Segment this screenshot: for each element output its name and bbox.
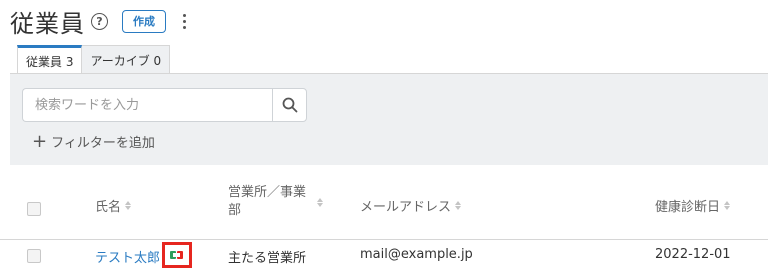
column-header-email[interactable]: メールアドレス <box>360 196 462 215</box>
page-title: 従業員 <box>10 9 85 38</box>
contact-badge-icon[interactable] <box>162 242 192 268</box>
office-cell: 主たる営業所 <box>228 251 307 266</box>
email-cell: mail@example.jp <box>360 247 473 262</box>
tab-bar: 従業員 3 アーカイブ 0 <box>17 45 171 74</box>
create-button[interactable]: 作成 <box>122 9 166 33</box>
column-header-label: 健康診断日 <box>655 200 721 215</box>
select-all-checkbox[interactable] <box>27 202 41 216</box>
kebab-menu-icon[interactable] <box>180 11 188 31</box>
row-checkbox[interactable] <box>27 249 41 263</box>
column-header-office[interactable]: 営業所／事業部 <box>228 184 333 220</box>
tab-archive[interactable]: アーカイブ 0 <box>82 45 171 74</box>
sort-icon <box>317 197 323 207</box>
search-group <box>22 88 307 122</box>
column-header-label: 営業所／事業部 <box>228 185 307 218</box>
sort-icon <box>125 201 132 210</box>
add-filter-label: フィルターを追加 <box>51 136 155 151</box>
table-header: 氏名 営業所／事業部 メールアドレス 健康診断日 <box>0 170 768 240</box>
sort-icon <box>455 201 462 210</box>
header: 従業員 ? 作成 <box>10 4 188 38</box>
search-input[interactable] <box>22 88 272 122</box>
add-filter-button[interactable]: + フィルターを追加 <box>32 132 155 151</box>
sort-icon <box>724 201 731 210</box>
checkup-date-cell: 2022-12-01 <box>655 247 731 262</box>
employee-name-link[interactable]: テスト太郎 <box>95 247 160 266</box>
column-header-label: メールアドレス <box>360 200 452 215</box>
plus-icon: + <box>32 130 48 152</box>
search-icon <box>282 97 297 113</box>
tab-employees[interactable]: 従業員 3 <box>17 45 83 74</box>
column-header-name[interactable]: 氏名 <box>95 196 132 215</box>
column-header-label: 氏名 <box>95 200 122 215</box>
column-header-checkup-date[interactable]: 健康診断日 <box>655 196 731 215</box>
search-button[interactable] <box>272 88 307 122</box>
table-row[interactable]: テスト太郎 主たる営業所 mail@example.jp 2022-12-01 <box>0 240 768 273</box>
question-circle-icon[interactable]: ? <box>91 12 108 30</box>
search-panel: + フィルターを追加 <box>10 73 768 165</box>
